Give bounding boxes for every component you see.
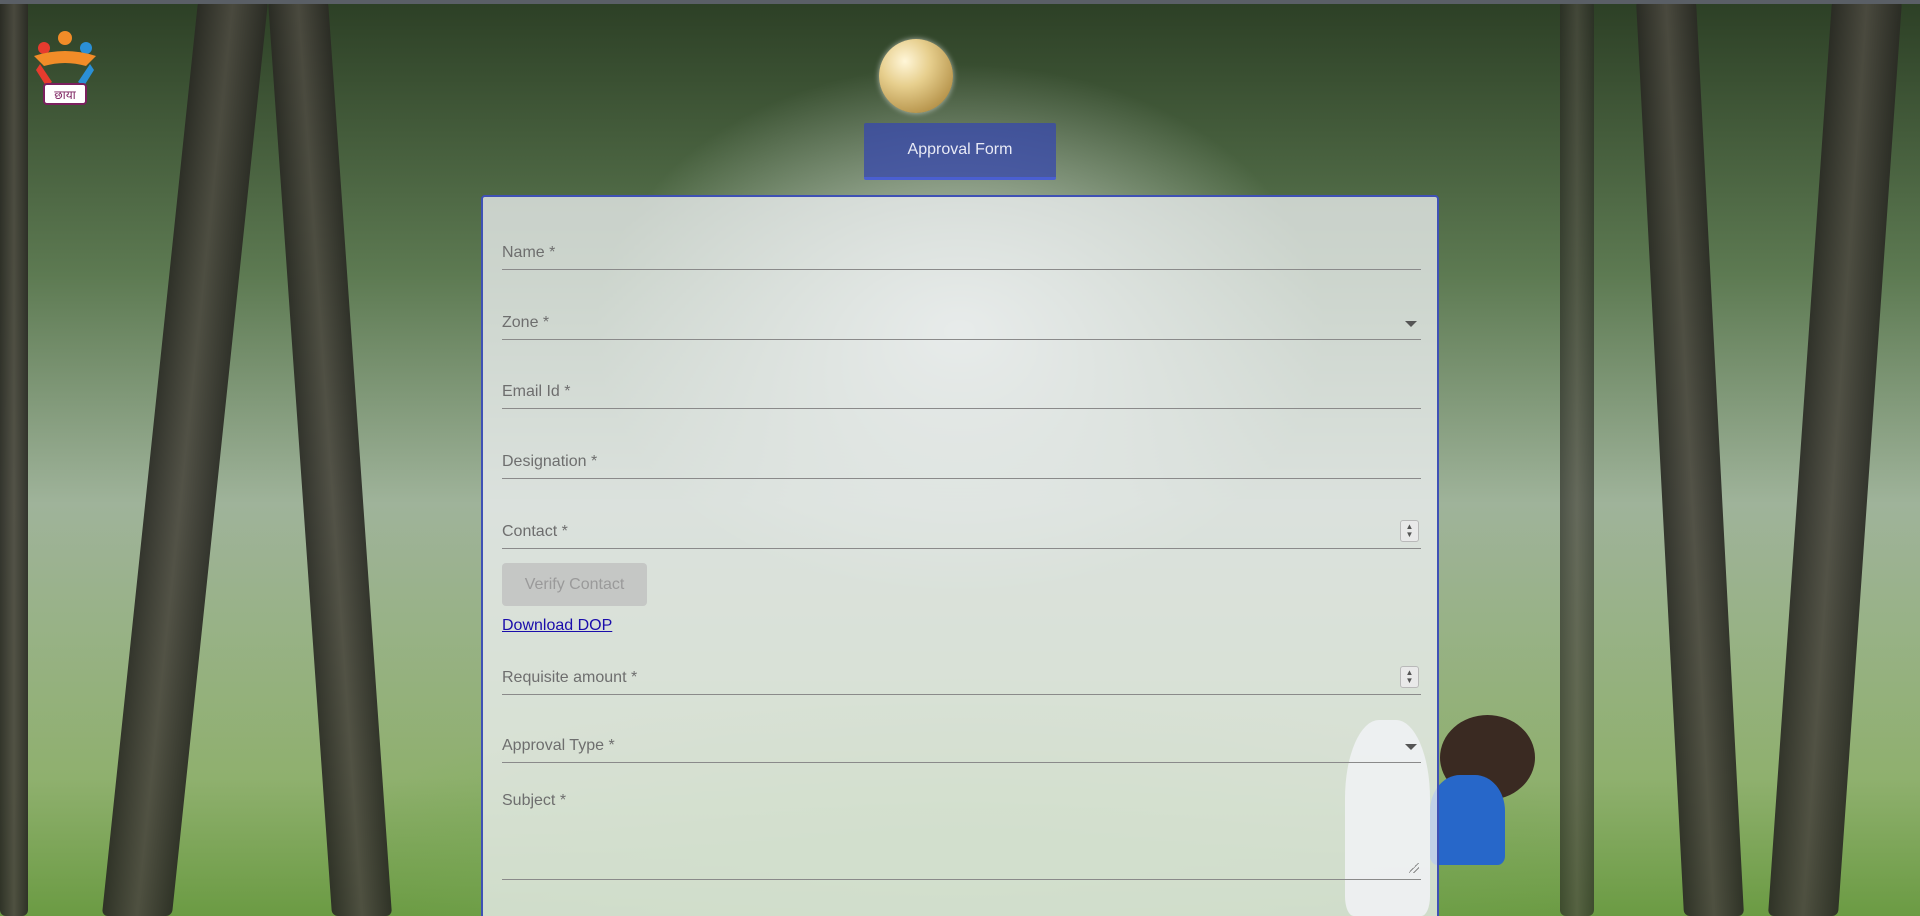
contact-label: Contact * bbox=[502, 523, 568, 540]
email-label: Email Id * bbox=[502, 383, 571, 400]
child-figure bbox=[1430, 775, 1505, 865]
logo-icon: छाया bbox=[26, 26, 104, 108]
tree-trunk bbox=[1560, 0, 1594, 916]
chevron-down-icon[interactable] bbox=[1405, 744, 1417, 750]
verify-contact-button[interactable]: Verify Contact bbox=[502, 563, 647, 606]
top-border bbox=[0, 0, 1920, 4]
designation-field[interactable]: Designation * bbox=[502, 439, 1421, 479]
number-stepper-icon[interactable]: ▲ ▼ bbox=[1400, 666, 1419, 688]
subject-textarea[interactable]: Subject * bbox=[502, 792, 1421, 880]
approval-type-label: Approval Type * bbox=[502, 737, 615, 754]
zone-select[interactable]: Zone * bbox=[502, 300, 1421, 340]
name-field[interactable]: Name * bbox=[502, 230, 1421, 270]
resize-handle-icon[interactable] bbox=[1409, 863, 1419, 873]
number-stepper-icon[interactable]: ▲ ▼ bbox=[1400, 520, 1419, 542]
svg-text:छाया: छाया bbox=[54, 88, 76, 102]
zone-label: Zone * bbox=[502, 314, 550, 331]
download-dop-link[interactable]: Download DOP bbox=[502, 617, 612, 635]
approval-form-header-button[interactable]: Approval Form bbox=[864, 123, 1056, 180]
contact-field[interactable]: Contact * ▲ ▼ bbox=[502, 509, 1421, 549]
approval-form-card: Name * Zone * Email Id * Designation * C… bbox=[481, 195, 1439, 916]
approval-type-select[interactable]: Approval Type * bbox=[502, 723, 1421, 763]
subject-label: Subject * bbox=[502, 792, 567, 809]
designation-label: Designation * bbox=[502, 453, 598, 470]
name-label: Name * bbox=[502, 244, 556, 261]
football-icon bbox=[879, 39, 953, 113]
chevron-down-icon[interactable] bbox=[1405, 321, 1417, 327]
requisite-amount-field[interactable]: Requisite amount * ▲ ▼ bbox=[502, 655, 1421, 695]
tree-trunk bbox=[0, 0, 28, 916]
requisite-amount-label: Requisite amount * bbox=[502, 669, 638, 686]
email-field[interactable]: Email Id * bbox=[502, 369, 1421, 409]
